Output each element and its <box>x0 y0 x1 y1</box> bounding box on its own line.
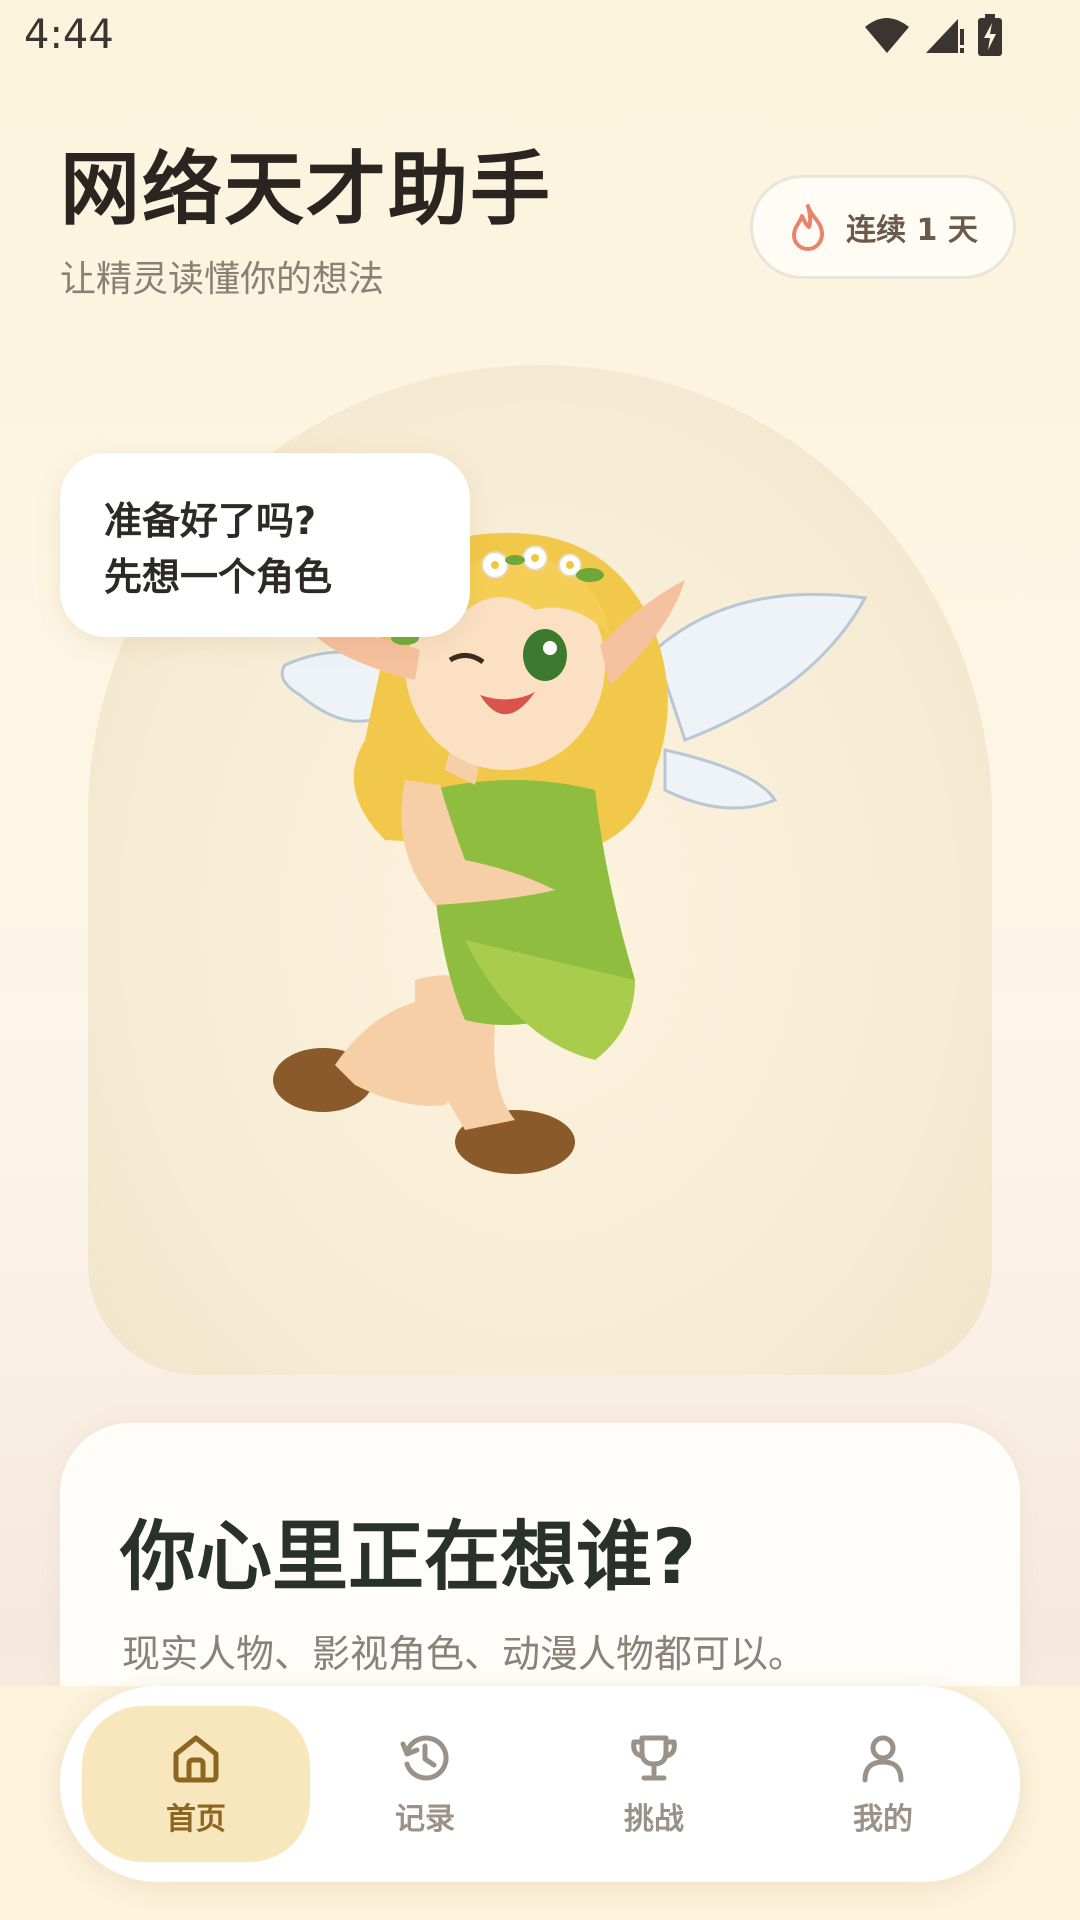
streak-badge[interactable]: 连续 1 天 <box>750 175 1016 279</box>
bottom-nav: 首页 记录 挑战 我的 <box>60 1686 1020 1882</box>
wifi-icon <box>865 18 909 53</box>
flame-icon <box>792 204 825 251</box>
nav-item-profile[interactable]: 我的 <box>769 1706 997 1862</box>
nav-label-challenge: 挑战 <box>624 1802 684 1837</box>
header: 网络天才助手 让精灵读懂你的想法 <box>60 150 552 302</box>
speech-bubble: 准备好了吗? 先想一个角色 <box>60 453 470 637</box>
battery-charging-icon <box>978 14 1002 56</box>
status-time: 4:44 <box>24 12 114 58</box>
speech-line-1: 准备好了吗? <box>104 499 317 543</box>
cellular-signal-icon <box>926 19 964 53</box>
nav-item-history[interactable]: 记录 <box>311 1706 539 1862</box>
nav-item-home[interactable]: 首页 <box>82 1706 310 1862</box>
question-description: 现实人物、影视角色、动漫人物都可以。 <box>122 1632 807 1676</box>
history-icon <box>400 1735 449 1781</box>
nav-label-home: 首页 <box>166 1802 226 1837</box>
app-title: 网络天才助手 <box>60 143 552 236</box>
status-bar: 4:44 <box>0 0 1080 72</box>
speech-line-2: 先想一个角色 <box>104 555 333 599</box>
trophy-icon <box>631 1735 677 1781</box>
streak-label: 连续 1 天 <box>846 213 978 248</box>
nav-item-challenge[interactable]: 挑战 <box>540 1706 768 1862</box>
nav-label-profile: 我的 <box>853 1802 913 1837</box>
app-subtitle: 让精灵读懂你的想法 <box>60 259 385 300</box>
question-title: 你心里正在想谁? <box>120 1512 697 1601</box>
status-icons <box>864 14 1002 56</box>
profile-icon <box>862 1735 904 1783</box>
home-icon <box>173 1735 219 1783</box>
nav-label-history: 记录 <box>395 1802 455 1837</box>
